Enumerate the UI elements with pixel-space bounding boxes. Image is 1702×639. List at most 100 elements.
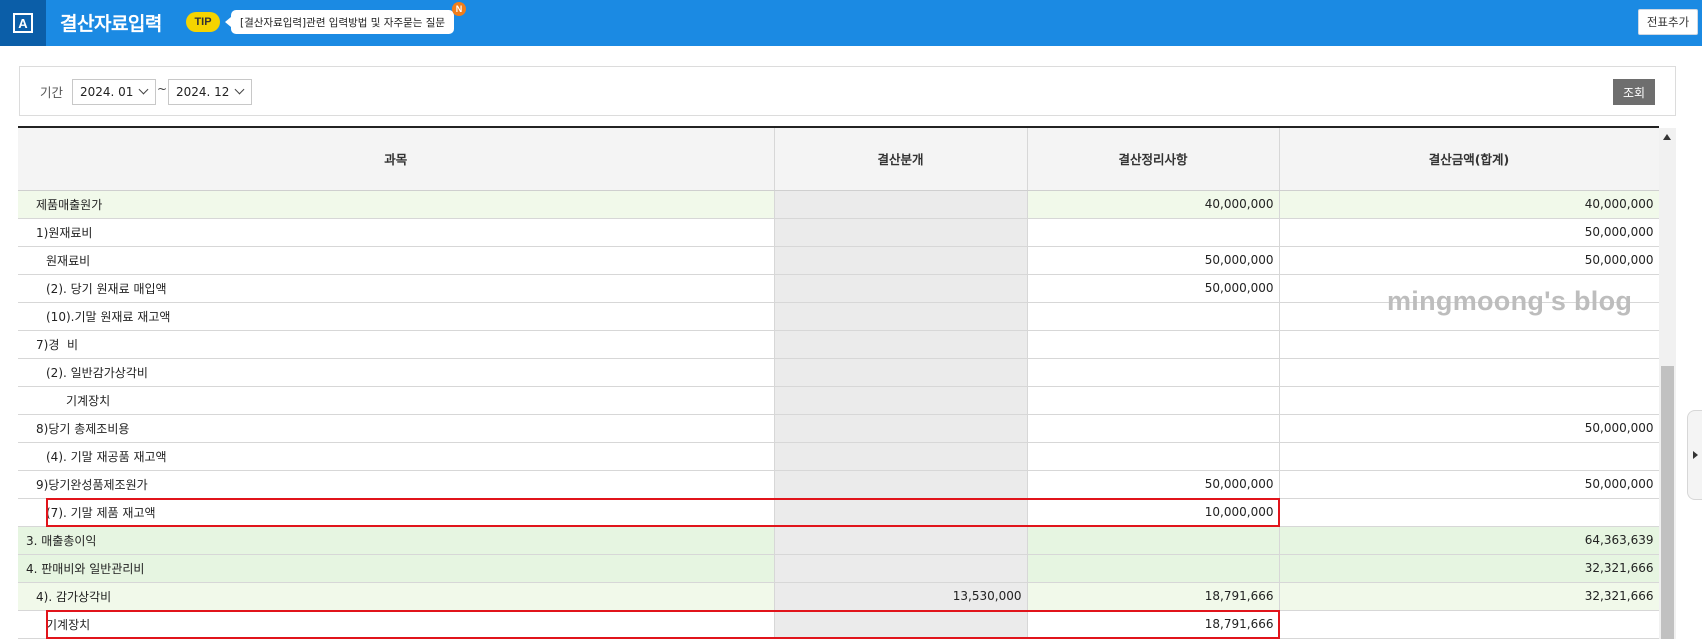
column-header-closing-entry[interactable]: 결산분개 (774, 128, 1028, 191)
total-cell[interactable]: 32,321,666 (1279, 554, 1659, 583)
period-separator: ~ (157, 82, 168, 96)
adjustment-cell[interactable] (1027, 358, 1280, 387)
total-cell[interactable] (1279, 442, 1659, 471)
total-cell[interactable]: 50,000,000 (1279, 218, 1659, 247)
table-row[interactable]: 8)당기 총제조비용 50,000,000 (18, 414, 1659, 443)
period-from-select[interactable]: 2024. 01 (72, 79, 156, 105)
scrollbar-thumb[interactable] (1661, 366, 1674, 639)
table-row[interactable]: (2). 일반감가상각비 (18, 358, 1659, 387)
table-row[interactable]: 기계장치 (18, 386, 1659, 415)
total-cell[interactable]: 64,363,639 (1279, 526, 1659, 555)
adjustment-cell[interactable]: 18,791,666 (1027, 610, 1280, 639)
closing-entry-cell[interactable] (774, 442, 1028, 471)
closing-entry-cell[interactable] (774, 190, 1028, 219)
total-cell[interactable]: 50,000,000 (1279, 470, 1659, 499)
total-cell[interactable] (1279, 358, 1659, 387)
table-row[interactable]: 4). 감가상각비 13,530,000 18,791,666 32,321,666 (18, 582, 1659, 611)
account-cell: 4. 판매비와 일반관리비 (18, 554, 775, 583)
closing-entry-cell[interactable] (774, 358, 1028, 387)
tip-badge[interactable]: TIP (186, 12, 220, 32)
closing-entry-cell[interactable] (774, 246, 1028, 275)
table-header-row: 과목 결산분개 결산정리사항 결산금액(합계) (18, 128, 1659, 191)
table-row[interactable]: 3. 매출총이익 64,363,639 (18, 526, 1659, 555)
adjustment-cell[interactable] (1027, 218, 1280, 247)
account-cell: (4). 기말 재공품 재고액 (18, 442, 775, 471)
adjustment-cell[interactable] (1027, 554, 1280, 583)
table-row[interactable]: 9)당기완성품제조원가 50,000,000 50,000,000 (18, 470, 1659, 499)
chevron-down-icon (234, 84, 245, 95)
closing-entry-cell[interactable] (774, 330, 1028, 359)
closing-data-table: 과목 결산분개 결산정리사항 결산금액(합계) 제품매출원가 40,000,000… (18, 126, 1659, 639)
adjustment-cell[interactable] (1027, 386, 1280, 415)
page-title: 결산자료입력 (60, 13, 162, 35)
total-cell[interactable] (1279, 498, 1659, 527)
total-cell[interactable] (1279, 610, 1659, 639)
table-body: 제품매출원가 40,000,000 40,000,000 1)원재료비 50,000,0… (18, 190, 1659, 639)
closing-entry-cell[interactable] (774, 526, 1028, 555)
closing-entry-cell[interactable] (774, 218, 1028, 247)
adjustment-cell[interactable] (1027, 526, 1280, 555)
total-cell[interactable] (1279, 386, 1659, 415)
adjustment-cell[interactable] (1027, 414, 1280, 443)
table-row[interactable]: 제품매출원가 40,000,000 40,000,000 (18, 190, 1659, 219)
search-button[interactable]: 조회 (1613, 79, 1655, 105)
adjustment-cell[interactable] (1027, 302, 1280, 331)
account-cell: 원재료비 (18, 246, 775, 275)
closing-entry-cell[interactable] (774, 610, 1028, 639)
closing-entry-cell[interactable]: 13,530,000 (774, 582, 1028, 611)
closing-entry-cell[interactable] (774, 302, 1028, 331)
scroll-up-icon[interactable] (1663, 134, 1671, 140)
adjustment-cell[interactable]: 40,000,000 (1027, 190, 1280, 219)
closing-entry-cell[interactable] (774, 554, 1028, 583)
closing-entry-cell[interactable] (774, 386, 1028, 415)
adjustment-cell[interactable]: 50,000,000 (1027, 274, 1280, 303)
closing-entry-cell[interactable] (774, 498, 1028, 527)
period-to-value: 2024. 12 (176, 85, 230, 99)
closing-entry-cell[interactable] (774, 470, 1028, 499)
table-row[interactable]: (4). 기말 재공품 재고액 (18, 442, 1659, 471)
account-cell: 4). 감가상각비 (18, 582, 775, 611)
app-logo-icon: A (13, 13, 33, 33)
app-logo[interactable]: A (0, 0, 46, 46)
total-cell[interactable]: 50,000,000 (1279, 414, 1659, 443)
account-cell: 기계장치 (18, 610, 775, 639)
total-cell[interactable]: 32,321,666 (1279, 582, 1659, 611)
column-header-account[interactable]: 과목 (18, 128, 775, 191)
table-row[interactable]: 원재료비 50,000,000 50,000,000 (18, 246, 1659, 275)
filter-panel: 기간 2024. 01 ~ 2024. 12 조회 (19, 66, 1676, 116)
total-cell[interactable]: 50,000,000 (1279, 246, 1659, 275)
adjustment-cell[interactable]: 10,000,000 (1027, 498, 1280, 527)
adjustment-cell[interactable]: 50,000,000 (1027, 246, 1280, 275)
closing-entry-cell[interactable] (774, 414, 1028, 443)
table-row[interactable]: 기계장치 18,791,666 (18, 610, 1659, 639)
account-cell: 7)경 비 (18, 330, 775, 359)
tip-link[interactable]: [결산자료입력]관련 입력방법 및 자주묻는 질문 (224, 10, 455, 34)
adjustment-cell[interactable] (1027, 330, 1280, 359)
table-row[interactable]: 7)경 비 (18, 330, 1659, 359)
period-to-select[interactable]: 2024. 12 (168, 79, 252, 105)
watermark: mingmoong's blog (1387, 286, 1633, 316)
account-cell: 8)당기 총제조비용 (18, 414, 775, 443)
adjustment-cell[interactable]: 50,000,000 (1027, 470, 1280, 499)
table-row[interactable]: 4. 판매비와 일반관리비 32,321,666 (18, 554, 1659, 583)
chevron-right-icon (1693, 451, 1698, 459)
add-voucher-button[interactable]: 전표추가 (1638, 9, 1698, 35)
new-badge: N (452, 2, 466, 16)
adjustment-cell[interactable] (1027, 442, 1280, 471)
side-panel-toggle[interactable] (1687, 410, 1702, 500)
column-header-total[interactable]: 결산금액(합계) (1279, 128, 1659, 191)
adjustment-cell[interactable]: 18,791,666 (1027, 582, 1280, 611)
account-cell: 9)당기완성품제조원가 (18, 470, 775, 499)
table-row[interactable]: 1)원재료비 50,000,000 (18, 218, 1659, 247)
account-cell: 기계장치 (18, 386, 775, 415)
total-cell[interactable] (1279, 330, 1659, 359)
total-cell[interactable]: 40,000,000 (1279, 190, 1659, 219)
account-cell: 제품매출원가 (18, 190, 775, 219)
closing-entry-cell[interactable] (774, 274, 1028, 303)
table-row[interactable]: (7). 기말 제품 재고액 10,000,000 (18, 498, 1659, 527)
column-header-adjustment[interactable]: 결산정리사항 (1027, 128, 1280, 191)
account-cell: (10).기말 원재료 재고액 (18, 302, 775, 331)
top-bar: A 결산자료입력 TIP [결산자료입력]관련 입력방법 및 자주묻는 질문 N… (0, 0, 1702, 46)
vertical-scrollbar[interactable] (1659, 128, 1676, 639)
chevron-down-icon (138, 84, 149, 95)
